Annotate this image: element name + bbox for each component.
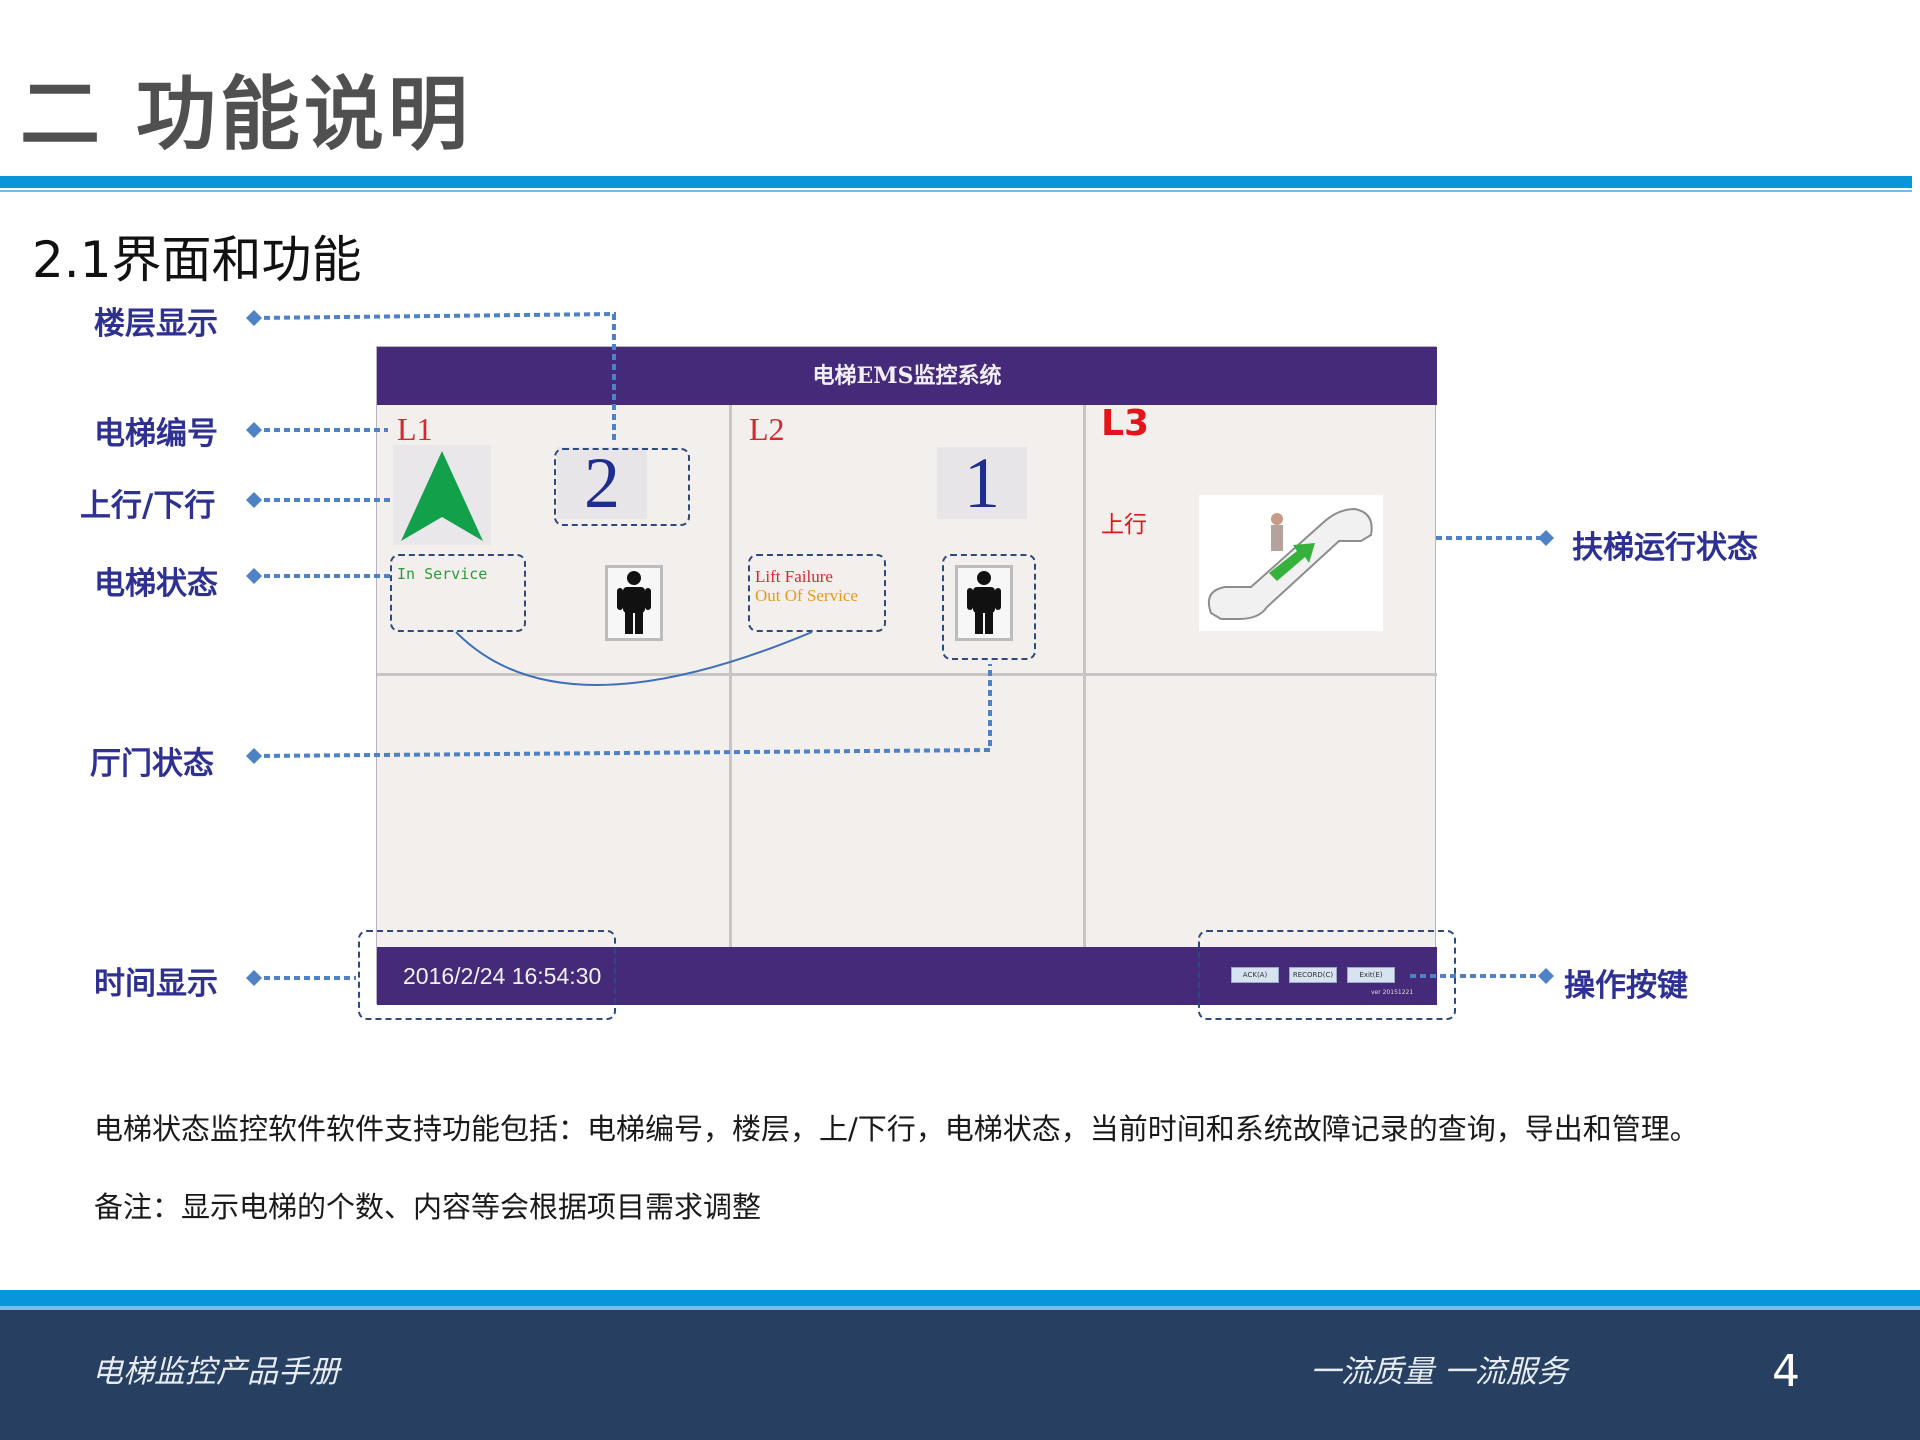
footer-manual-title: 电梯监控产品手册 bbox=[92, 1354, 340, 1390]
footer-slogan: 一流质量 一流服务 bbox=[1310, 1354, 1568, 1390]
page-number: 4 bbox=[1772, 1346, 1800, 1397]
note-line: 备注：显示电梯的个数、内容等会根据项目需求调整 bbox=[94, 1190, 762, 1224]
footer-rule bbox=[0, 1290, 1920, 1306]
callout-leader-lines bbox=[246, 310, 1554, 986]
footer-bar: 电梯监控产品手册 一流质量 一流服务 4 bbox=[0, 1310, 1920, 1440]
description-line: 电梯状态监控软件软件支持功能包括：电梯编号，楼层，上/下行，电梯状态，当前时间和… bbox=[94, 1112, 1699, 1146]
